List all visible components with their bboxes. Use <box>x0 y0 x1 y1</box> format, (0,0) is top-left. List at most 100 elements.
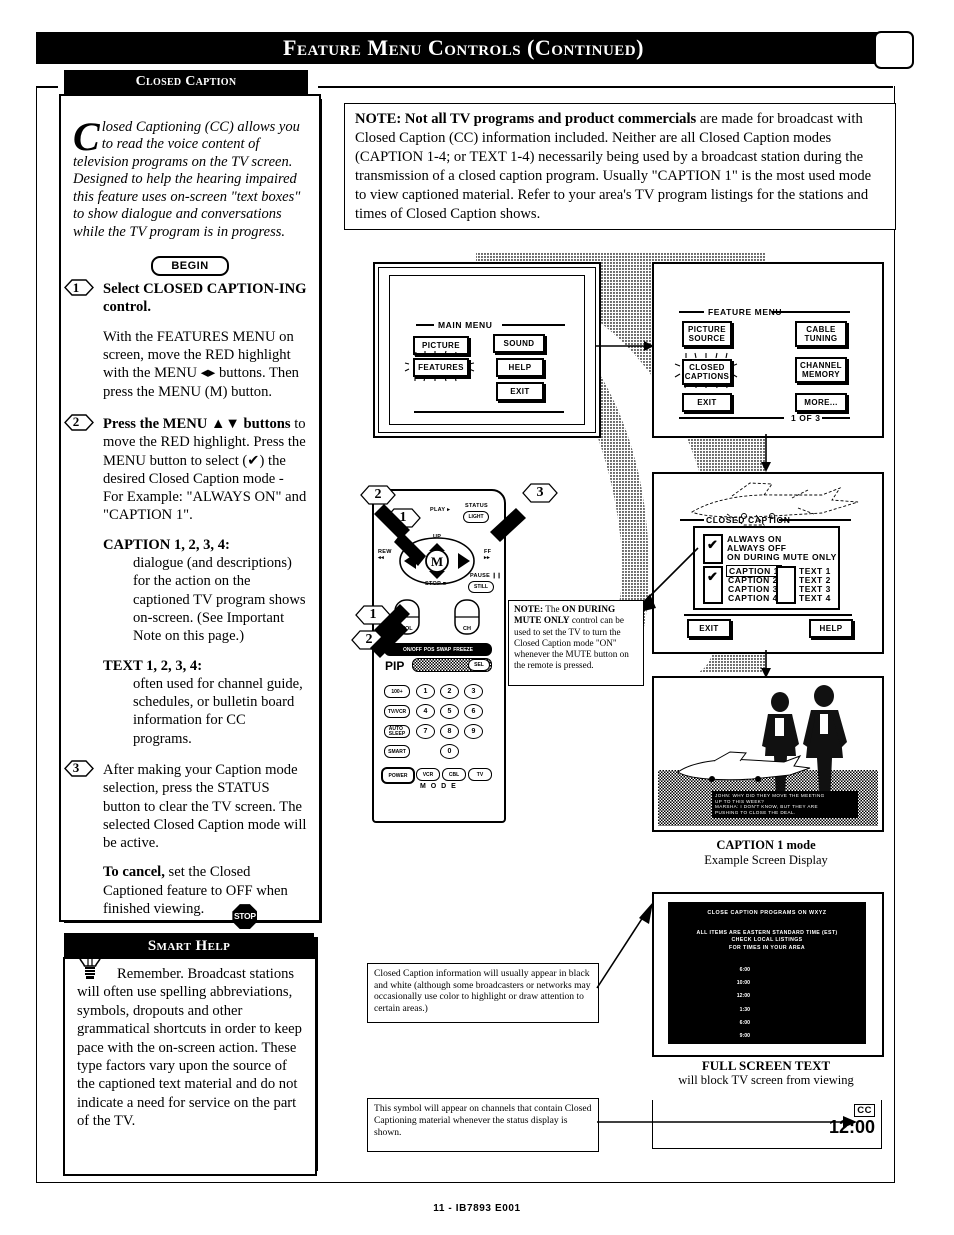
menu-connector-arrow <box>596 341 654 351</box>
remote-pip-label: PIP <box>385 659 405 673</box>
remote-mode-tv[interactable]: TV <box>468 768 492 781</box>
step-2-body: to move the RED highlight. Press the MEN… <box>103 415 307 524</box>
remote-button-100plus[interactable]: 100+ <box>384 685 410 698</box>
feature-menu-title: FEATURE MENU <box>708 307 783 317</box>
remote-autosleep-label: AUTO SLEEP <box>388 725 406 737</box>
caption-modes-label: CAPTION 1, 2, 3, 4: <box>103 536 230 553</box>
begin-badge: BEGIN <box>151 256 229 277</box>
step-1-number: 1 <box>72 279 80 295</box>
remote-mode-cbl-label: CBL <box>448 771 460 778</box>
main-menu-button-picture-label: PICTURE <box>422 341 460 350</box>
remote-mode-vcr[interactable]: VCR <box>416 768 440 781</box>
remote-key-1[interactable]: 1 <box>416 684 435 699</box>
feature-menu-tv-screen: FEATURE MENU PICTURE SOURCE CLOSED CAPTION… <box>652 262 884 438</box>
text-option-4[interactable]: TEXT 4 <box>799 593 831 603</box>
feature-picture-source-l2: SOURCE <box>688 334 726 343</box>
remote-key-6-label: 6 <box>471 708 476 715</box>
feature-menu-page-indicator: 1 OF 3 <box>791 413 821 423</box>
text-checkbox[interactable] <box>776 566 796 604</box>
cc-exit-label: EXIT <box>699 624 719 633</box>
remote-key-1-label: 1 <box>423 688 428 695</box>
main-menu-button-exit[interactable]: EXIT <box>496 382 544 401</box>
remote-key-3[interactable]: 3 <box>464 684 483 699</box>
feature-menu-bottom-rule-right <box>822 417 850 419</box>
feature-cable-tuning-l1: CABLE <box>806 325 836 334</box>
fst-time-0: 6:00 <box>739 967 750 973</box>
cancel-label: To cancel, <box>103 864 165 881</box>
feature-channel-memory-l1: CHANNEL <box>800 361 842 370</box>
feature-menu-button-picture-source[interactable]: PICTURE SOURCE <box>682 321 732 347</box>
remote-key-2-label: 2 <box>447 688 452 695</box>
remote-mode-word: M O D E <box>420 783 458 790</box>
remote-sel-label: SEL <box>474 662 484 668</box>
closed-caption-heading: Closed Caption <box>135 74 237 89</box>
remote-key-7[interactable]: 7 <box>416 724 435 739</box>
remote-key-0[interactable]: 0 <box>440 744 459 759</box>
fst-time-5: 9:00 <box>739 1033 750 1040</box>
fst-time-1: 10:00 <box>736 980 750 987</box>
fst-header: CLOSE CAPTION PROGRAMS ON WXYZ <box>707 910 827 916</box>
feature-menu-button-more[interactable]: MORE... <box>795 393 847 412</box>
full-screen-text-tv: CLOSE CAPTION PROGRAMS ON WXYZ ALL ITEMS… <box>652 892 884 1057</box>
fst-caption-title: FULL SCREEN TEXT <box>701 1058 831 1073</box>
main-menu-button-help-label: HELP <box>508 363 532 372</box>
feature-menu-bottom-rule <box>679 417 784 419</box>
stop-sign-icon: STOP <box>232 904 258 930</box>
remote-key-9-label: 9 <box>471 728 476 735</box>
remote-button-power[interactable]: POWER <box>381 767 415 784</box>
step-2-heading: Press the MENU ▲▼ buttons <box>103 415 291 432</box>
main-menu-title-rule-right <box>502 324 565 326</box>
remote-button-smart[interactable]: SMART <box>384 745 410 758</box>
closed-caption-button-help[interactable]: HELP <box>809 619 853 638</box>
main-menu-title-rule-left <box>416 324 434 326</box>
main-menu-button-sound[interactable]: SOUND <box>493 334 545 353</box>
caption-line-4: PUSHING TO CLOSE THE DEAL. <box>715 810 796 816</box>
cc-bottom-rule <box>684 614 852 616</box>
tv-outline-icon <box>874 31 914 69</box>
mode-option-on-during-mute-only[interactable]: ON DURING MUTE ONLY <box>727 552 837 562</box>
remote-mode-cbl[interactable]: CBL <box>442 768 466 781</box>
feature-menu-button-channel-memory[interactable]: CHANNEL MEMORY <box>795 357 847 383</box>
caption-text-overlay: JOHN: WHY DID THEY MOVE THE MEETING UP T… <box>712 790 858 818</box>
main-menu-button-sound-label: SOUND <box>503 339 535 348</box>
feature-more-label: MORE... <box>804 398 838 407</box>
cc-help-label: HELP <box>819 624 843 633</box>
main-menu-bottom-rule <box>414 411 564 413</box>
feature-menu-button-cable-tuning[interactable]: CABLE TUNING <box>795 321 847 347</box>
remote-key-8[interactable]: 8 <box>440 724 459 739</box>
page-title: Feature Menu Controls (Continued) <box>283 35 644 60</box>
symbol-note-text: This symbol will appear on channels that… <box>374 1103 592 1138</box>
remote-button-auto-sleep[interactable]: AUTO SLEEP <box>384 725 410 738</box>
features-highlight-rays <box>404 350 475 382</box>
smart-help-body: Remember. Broadcast stations will often … <box>77 966 302 1130</box>
caption-example-airplane <box>677 751 811 782</box>
feature-channel-memory-l2: MEMORY <box>801 370 841 379</box>
remote-key-4[interactable]: 4 <box>416 704 435 719</box>
mode-checkbox[interactable]: ✔ <box>703 534 723 564</box>
mode-check-icon: ✔ <box>707 537 718 552</box>
note-rest: are made for broadcast with Closed Capti… <box>355 111 872 222</box>
feature-menu-rule-right <box>772 311 850 313</box>
caption-checkbox[interactable]: ✔ <box>703 566 723 604</box>
remote-key-4-label: 4 <box>423 708 428 715</box>
step-1-body: With the FEATURES MENU on screen, move t… <box>103 328 299 400</box>
main-menu-button-help[interactable]: HELP <box>496 358 544 377</box>
feature-menu-button-exit[interactable]: EXIT <box>682 393 732 412</box>
remote-button-tv-vcr[interactable]: TV/VCR <box>384 705 410 718</box>
closed-caption-button-exit[interactable]: EXIT <box>687 619 731 638</box>
remote-key-5[interactable]: 5 <box>440 704 459 719</box>
fst-subheader: ALL ITEMS ARE EASTERN STANDARD TIME (EST… <box>696 930 838 951</box>
remote-key-8-label: 8 <box>447 728 452 735</box>
important-note-text: NOTE: Not all TV programs and product co… <box>355 110 883 224</box>
caption-option-4[interactable]: CAPTION 4 <box>728 593 778 603</box>
closed-caption-osd-title: CLOSED CAPTION <box>706 515 791 525</box>
feature-picture-source-l1: PICTURE <box>688 325 726 334</box>
remote-key-6[interactable]: 6 <box>464 704 483 719</box>
caption-example-caption: CAPTION 1 mode Example Screen Display <box>652 838 880 868</box>
main-menu-button-exit-label: EXIT <box>510 387 530 396</box>
text-modes-text: often used for channel guide, schedules,… <box>133 675 303 747</box>
remote-key-9[interactable]: 9 <box>464 724 483 739</box>
remote-sel-button[interactable]: SEL <box>468 659 490 671</box>
remote-key-0-label: 0 <box>447 748 452 755</box>
remote-key-2[interactable]: 2 <box>440 684 459 699</box>
